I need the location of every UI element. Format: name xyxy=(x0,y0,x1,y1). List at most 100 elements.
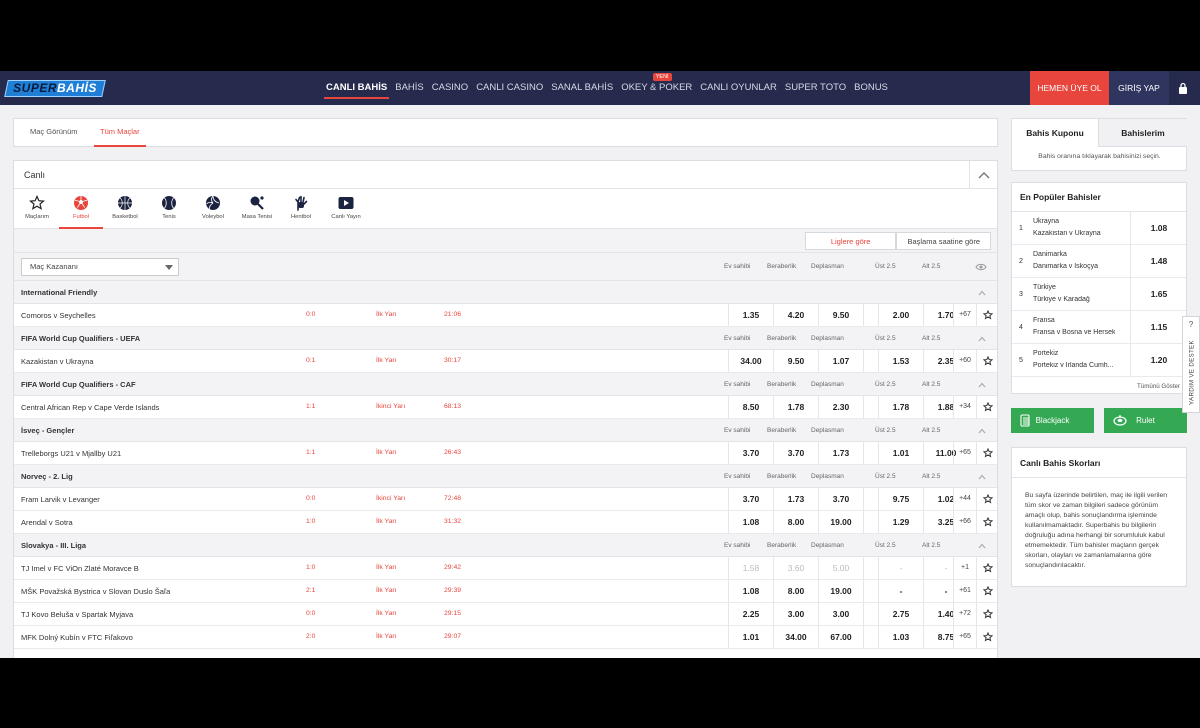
nav-bahis[interactable]: BAHİS xyxy=(391,71,428,105)
sport-hentbol[interactable]: Hentbol xyxy=(279,189,323,229)
nav-canli-bahis[interactable]: CANLI BAHİS xyxy=(322,71,391,105)
more-markets-button[interactable]: +65 xyxy=(953,442,976,464)
nav-casino[interactable]: CASINO xyxy=(428,71,472,105)
register-button[interactable]: HEMEN ÜYE OL xyxy=(1030,71,1109,105)
odd-button[interactable]: 1.78 xyxy=(773,396,818,418)
odd-button[interactable]: - xyxy=(878,557,923,579)
tab-bahislerim[interactable]: Bahislerim xyxy=(1099,119,1187,147)
odd-button[interactable]: 1.07 xyxy=(818,350,863,372)
odd-button[interactable]: 3.70 xyxy=(818,488,863,510)
match-row[interactable]: MFK Dolný Kubín v FTC Fiľakovo 2:0 İlk Yar… xyxy=(14,626,997,649)
match-row[interactable]: MŠK Považská Bystrica v Slovan Duslo Šaľ… xyxy=(14,580,997,603)
odd-button[interactable]: 67.00 xyxy=(818,626,863,648)
help-support-tab[interactable]: ? YARDIM VE DESTEK xyxy=(1182,316,1200,413)
match-row[interactable]: Comoros v Seychelles 0:0 İlk Yarı 21:06 1.35… xyxy=(14,304,997,327)
tab-bahis-kuponu[interactable]: Bahis Kuponu xyxy=(1012,119,1099,147)
eye-icon[interactable] xyxy=(975,263,987,271)
odd-button[interactable]: 2.25 xyxy=(728,603,773,625)
favorite-button[interactable] xyxy=(976,396,998,418)
sport-masa-tenisi[interactable]: Masa Tenisi xyxy=(235,189,279,229)
favorite-button[interactable] xyxy=(976,350,998,372)
odd-button[interactable]: 1.08 xyxy=(728,580,773,602)
nav-sanal-bahis[interactable]: SANAL BAHİS xyxy=(547,71,617,105)
odd-button[interactable]: 9.50 xyxy=(818,304,863,326)
match-row[interactable]: Central African Rep v Cape Verde Islands… xyxy=(14,396,997,419)
favorite-button[interactable] xyxy=(976,580,998,602)
odd-button[interactable]: 3.70 xyxy=(728,442,773,464)
nav-super-toto[interactable]: SUPER TOTO xyxy=(781,71,850,105)
odd-button[interactable]: 9.50 xyxy=(773,350,818,372)
sort-by-league-button[interactable]: Liglere göre xyxy=(804,232,897,250)
odd-button[interactable]: 1.73 xyxy=(818,442,863,464)
match-row[interactable]: TJ Imel v FC ViOn Zlaté Moravce B 1:0 İlk … xyxy=(14,557,997,580)
popular-odd-button[interactable]: 1.20 xyxy=(1130,344,1187,376)
favorite-button[interactable] xyxy=(976,488,998,510)
nav-canli-oyunlar[interactable]: CANLI OYUNLAR xyxy=(696,71,781,105)
sort-by-start-time-button[interactable]: Başlama saatine göre xyxy=(896,232,991,250)
sport-canli-yayin[interactable]: Canlı Yayın xyxy=(323,189,369,229)
odd-button[interactable]: 2.00 xyxy=(878,304,923,326)
odd-button[interactable]: 3.60 xyxy=(773,557,818,579)
odd-button[interactable]: 19.00 xyxy=(818,580,863,602)
more-markets-button[interactable]: +1 xyxy=(953,557,976,579)
sport-voleybol[interactable]: Voleybol xyxy=(191,189,235,229)
odd-button[interactable]: 8.50 xyxy=(728,396,773,418)
favorite-button[interactable] xyxy=(976,557,998,579)
odd-button[interactable]: 1.03 xyxy=(878,626,923,648)
popular-odd-button[interactable]: 1.48 xyxy=(1130,245,1187,277)
sport-futbol[interactable]: Futbol xyxy=(59,189,103,229)
match-row[interactable]: Trelleborgs U21 v Mjallby U21 1:1 İlk Yarı… xyxy=(14,442,997,465)
match-row[interactable]: Arendal v Sotra 1:0 İlk Yarı 31:32 1.08 8.00 1… xyxy=(14,511,997,534)
more-markets-button[interactable]: +61 xyxy=(953,580,976,602)
odd-button[interactable]: 1.53 xyxy=(878,350,923,372)
favorite-button[interactable] xyxy=(976,626,998,648)
brand-logo[interactable]: SUPERBAHİS xyxy=(4,80,106,97)
odd-button[interactable]: 19.00 xyxy=(818,511,863,533)
odd-button[interactable]: 1.08 xyxy=(728,511,773,533)
odd-button[interactable]: 1.29 xyxy=(878,511,923,533)
nav-canli-casino[interactable]: CANLI CASINO xyxy=(472,71,547,105)
more-markets-button[interactable]: +67 xyxy=(953,304,976,326)
odd-button[interactable]: 1.58 xyxy=(728,557,773,579)
more-markets-button[interactable]: +65 xyxy=(953,626,976,648)
popular-odd-button[interactable]: 1.08 xyxy=(1130,212,1187,244)
favorite-button[interactable] xyxy=(976,511,998,533)
sport-maclarim[interactable]: Maçlarım xyxy=(15,189,59,229)
league-header[interactable]: FIFA World Cup Qualifiers - CAF Ev sahibi… xyxy=(14,373,997,396)
odd-button[interactable]: - xyxy=(878,580,923,602)
tab-mac-gorunum[interactable]: Maç Görünüm xyxy=(30,119,78,147)
favorite-button[interactable] xyxy=(976,603,998,625)
league-header[interactable]: Norveç - 2. Lig Ev sahibi Beraberlik Deplas… xyxy=(14,465,997,488)
market-select[interactable]: Maç Kazananı xyxy=(21,258,179,276)
match-row[interactable]: Kazakistan v Ukrayna 0:1 İlk Yarı 30:17 34.0… xyxy=(14,350,997,373)
odd-button[interactable]: 1.73 xyxy=(773,488,818,510)
blackjack-button[interactable]: Blackjack xyxy=(1011,408,1094,433)
league-header[interactable]: FIFA World Cup Qualifiers - UEFA Ev sahib… xyxy=(14,327,997,350)
odd-button[interactable]: 34.00 xyxy=(728,350,773,372)
match-row[interactable]: TJ Kovo Beluša v Spartak Myjava 0:0 İlk Ya… xyxy=(14,603,997,626)
odd-button[interactable]: 3.00 xyxy=(773,603,818,625)
more-markets-button[interactable]: +72 xyxy=(953,603,976,625)
odd-button[interactable]: 3.00 xyxy=(818,603,863,625)
show-all-link[interactable]: Tümünü Göster xyxy=(1137,383,1180,390)
odd-button[interactable]: 9.75 xyxy=(878,488,923,510)
match-row[interactable]: Fram Larvik v Levanger 0:0 İkinci Yarı 72:4… xyxy=(14,488,997,511)
odd-button[interactable]: 4.20 xyxy=(773,304,818,326)
popular-odd-button[interactable]: 1.15 xyxy=(1130,311,1187,343)
odd-button[interactable]: 1.35 xyxy=(728,304,773,326)
sport-basketbol[interactable]: Basketbol xyxy=(103,189,147,229)
collapse-button[interactable] xyxy=(969,161,997,188)
popular-odd-button[interactable]: 1.65 xyxy=(1130,278,1187,310)
odd-button[interactable]: 2.30 xyxy=(818,396,863,418)
tab-tum-maclar[interactable]: Tüm Maçlar xyxy=(94,119,146,147)
odd-button[interactable]: 2.75 xyxy=(878,603,923,625)
odd-button[interactable]: 5.00 xyxy=(818,557,863,579)
odd-button[interactable]: 8.00 xyxy=(773,580,818,602)
more-markets-button[interactable]: +66 xyxy=(953,511,976,533)
more-markets-button[interactable]: +34 xyxy=(953,396,976,418)
login-button[interactable]: GİRİŞ YAP xyxy=(1109,71,1169,105)
nav-bonus[interactable]: BONUS xyxy=(850,71,892,105)
more-markets-button[interactable]: +44 xyxy=(953,488,976,510)
favorite-button[interactable] xyxy=(976,442,998,464)
odd-button[interactable]: 1.01 xyxy=(878,442,923,464)
